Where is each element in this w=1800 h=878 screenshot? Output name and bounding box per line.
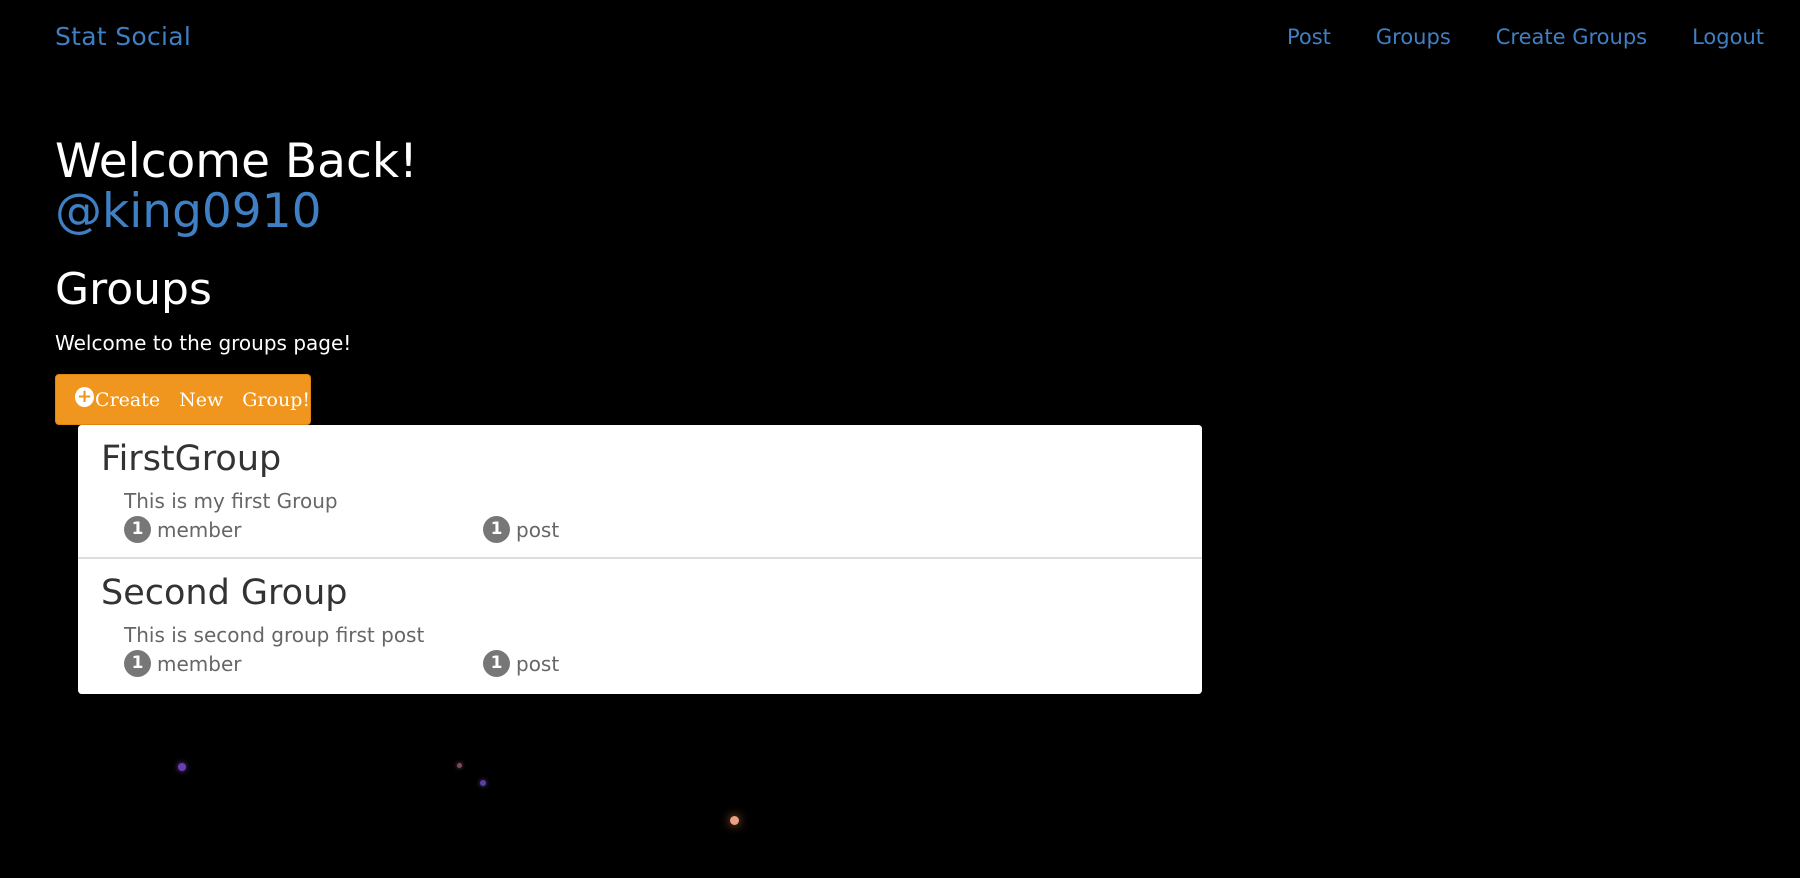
group-list-item[interactable]: FirstGroup This is my first Group 1 memb… [78, 425, 1202, 559]
background-particle [480, 780, 486, 786]
create-new-group-button[interactable]: + Create New Group! [55, 374, 311, 425]
post-label: post [516, 517, 560, 542]
nav-links: Post Groups Create Groups Logout [1242, 25, 1764, 49]
group-description: This is second group first post [124, 623, 425, 647]
member-label: member [157, 517, 242, 542]
nav-link-logout[interactable]: Logout [1692, 25, 1764, 49]
post-count: 1 post [483, 650, 559, 677]
create-button-word: Create [95, 388, 161, 411]
background-particle [730, 816, 739, 825]
post-label: post [516, 651, 560, 676]
group-list-item[interactable]: Second Group This is second group first … [78, 559, 1202, 694]
nav-link-groups[interactable]: Groups [1376, 25, 1451, 49]
group-list: FirstGroup This is my first Group 1 memb… [78, 425, 1202, 694]
background-particle [457, 763, 462, 768]
plus-circle-icon: + [75, 385, 95, 407]
member-label: member [157, 651, 242, 676]
member-count-badge: 1 [124, 650, 151, 677]
create-button-word: New [179, 388, 224, 411]
page-title: Groups [55, 264, 212, 315]
member-count: 1 member [124, 516, 242, 543]
groups-intro-text: Welcome to the groups page! [55, 331, 352, 355]
page: Stat Social Post Groups Create Groups Lo… [0, 0, 1800, 878]
member-count: 1 member [124, 650, 242, 677]
group-name: Second Group [101, 573, 348, 613]
username-link[interactable]: @king0910 [55, 186, 322, 238]
welcome-heading: Welcome Back! [55, 134, 418, 189]
post-count: 1 post [483, 516, 559, 543]
post-count-badge: 1 [483, 516, 510, 543]
navbar: Stat Social Post Groups Create Groups Lo… [0, 0, 1800, 78]
background-particle [178, 763, 186, 771]
group-name: FirstGroup [101, 439, 282, 479]
create-button-word: Group! [242, 388, 310, 411]
member-count-badge: 1 [124, 516, 151, 543]
post-count-badge: 1 [483, 650, 510, 677]
nav-link-post[interactable]: Post [1287, 25, 1331, 49]
group-description: This is my first Group [124, 489, 338, 513]
brand-link[interactable]: Stat Social [55, 22, 191, 51]
nav-link-create-groups[interactable]: Create Groups [1496, 25, 1647, 49]
